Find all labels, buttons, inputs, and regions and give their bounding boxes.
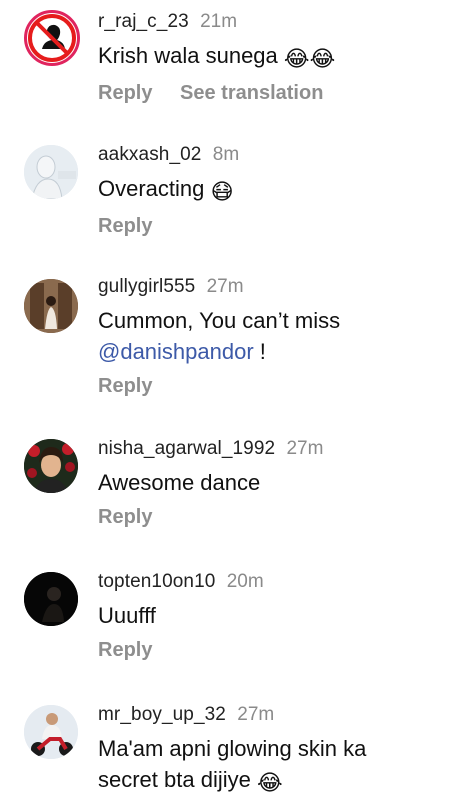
timestamp: 27m: [286, 438, 324, 459]
timestamp: 27m: [206, 276, 244, 297]
mention-link[interactable]: @danishpandor: [98, 339, 254, 364]
username[interactable]: mr_boy_up_32: [98, 704, 226, 725]
timestamp: 27m: [237, 704, 275, 725]
username[interactable]: r_raj_c_23: [98, 11, 189, 32]
comment-text: Uuufff: [98, 603, 156, 628]
person-avatar-icon: [24, 145, 78, 199]
timestamp: 21m: [200, 11, 238, 32]
reply-button[interactable]: Reply: [98, 375, 152, 397]
timestamp: 8m: [212, 144, 240, 165]
person-avatar-icon: [24, 279, 78, 333]
username[interactable]: gullygirl555: [98, 276, 195, 297]
comment-text: Krish wala sunega 😂😂: [98, 40, 446, 74]
no-entry-avatar-icon: [28, 14, 76, 62]
username[interactable]: topten10on10: [98, 571, 215, 592]
comment-text: Cummon, You can’t miss @danishpandor !: [98, 308, 341, 364]
emoji: 😷: [210, 179, 234, 204]
username[interactable]: nisha_agarwal_1992: [98, 438, 275, 459]
avatar[interactable]: [24, 10, 80, 66]
reply-button[interactable]: Reply: [98, 215, 152, 237]
person-avatar-icon: [24, 572, 78, 626]
comment-text: Ma'am apni glowing skin ka secret bta di…: [98, 733, 446, 798]
reply-button[interactable]: Reply: [98, 82, 152, 104]
username[interactable]: aakxash_02: [98, 144, 201, 165]
comment-text: Awesome dance: [98, 470, 261, 495]
see-translation-button[interactable]: See translation: [180, 82, 323, 104]
avatar[interactable]: [24, 145, 78, 199]
avatar[interactable]: [24, 279, 78, 333]
person-avatar-icon: [24, 439, 78, 493]
avatar[interactable]: [24, 572, 78, 626]
timestamp: 20m: [226, 571, 264, 592]
reply-button[interactable]: Reply: [98, 639, 152, 661]
person-avatar-icon: [24, 705, 78, 759]
reply-button[interactable]: Reply: [98, 506, 152, 528]
emoji: 😂: [256, 770, 283, 795]
avatar[interactable]: [24, 705, 78, 759]
comment-text: Overacting 😷: [98, 173, 446, 207]
avatar[interactable]: [24, 439, 78, 493]
emoji: 😂😂: [283, 46, 336, 71]
